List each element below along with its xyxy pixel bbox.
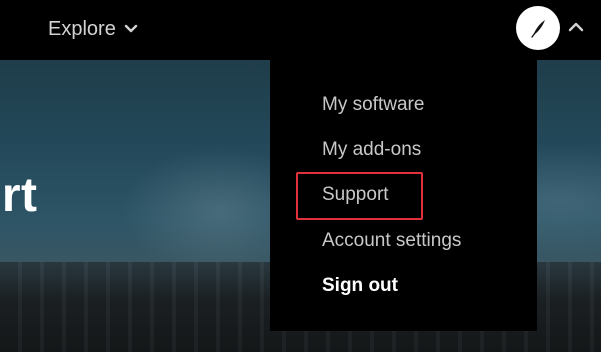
account-dropdown-menu: My software My add-ons Support Account s… bbox=[270, 60, 537, 331]
menu-item-sign-out[interactable]: Sign out bbox=[322, 275, 398, 297]
chevron-down-icon bbox=[124, 24, 138, 33]
quill-icon bbox=[531, 20, 545, 38]
chevron-up-icon[interactable] bbox=[568, 21, 584, 33]
menu-item-my-add-ons[interactable]: My add-ons bbox=[322, 139, 421, 161]
top-navigation-bar: Explore bbox=[0, 0, 601, 60]
explore-menu-button[interactable]: Explore bbox=[48, 16, 138, 42]
hero-title: ort bbox=[0, 169, 38, 222]
menu-item-my-software[interactable]: My software bbox=[322, 94, 424, 116]
avatar[interactable] bbox=[516, 6, 560, 50]
explore-label: Explore bbox=[48, 17, 116, 40]
menu-item-account-settings[interactable]: Account settings bbox=[322, 230, 461, 252]
menu-item-support[interactable]: Support bbox=[322, 184, 389, 206]
